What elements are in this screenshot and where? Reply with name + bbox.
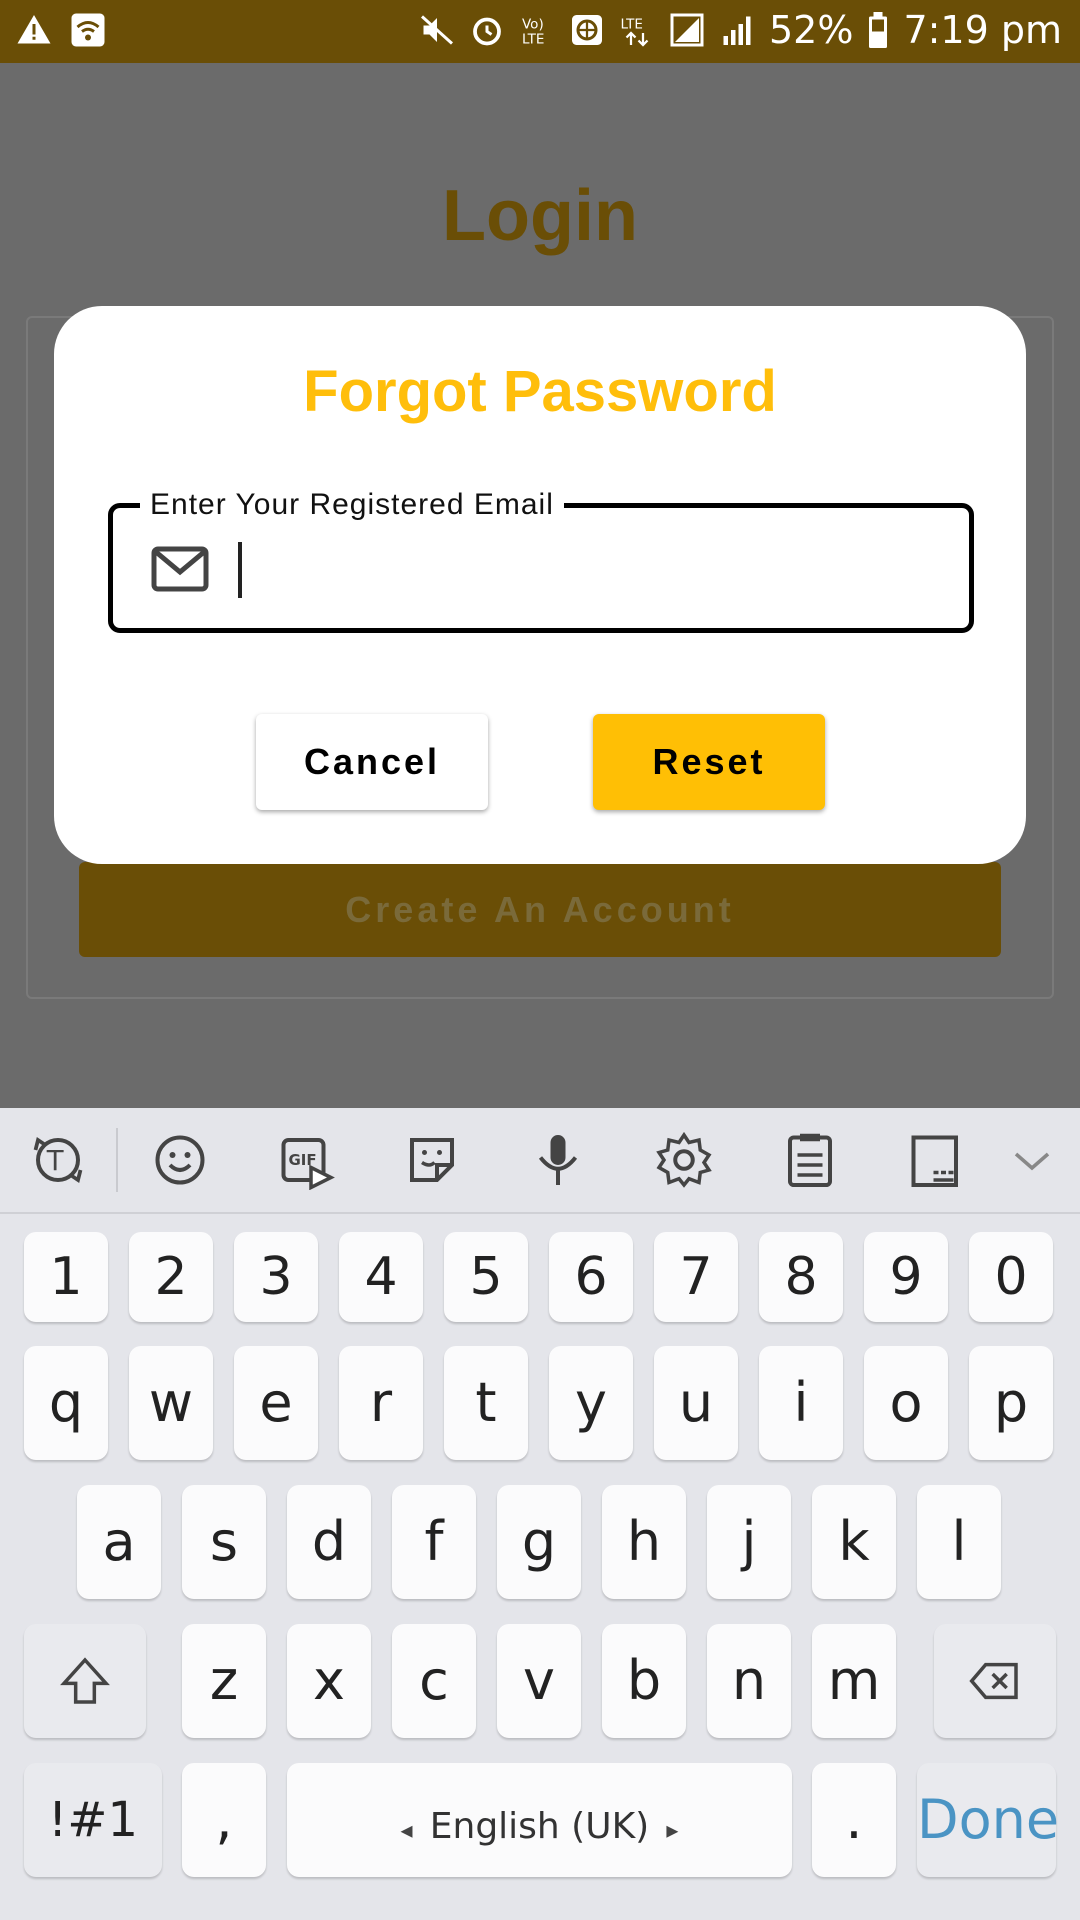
create-account-button[interactable]: Create An Account: [79, 862, 1001, 957]
shift-icon: [60, 1657, 110, 1704]
key-c[interactable]: c: [392, 1624, 476, 1738]
key-o[interactable]: o: [864, 1346, 948, 1460]
sticker-icon[interactable]: [402, 1130, 462, 1190]
svg-text:T: T: [46, 1145, 64, 1177]
key-3[interactable]: 3: [234, 1232, 318, 1322]
done-key[interactable]: Done: [917, 1763, 1059, 1877]
clipboard-icon[interactable]: [780, 1130, 840, 1190]
space-left-arrow-icon: ◂: [400, 1816, 413, 1844]
mail-icon: [151, 546, 209, 592]
symbols-key[interactable]: !#1: [24, 1763, 162, 1877]
key-s[interactable]: s: [182, 1485, 266, 1599]
key-f[interactable]: f: [392, 1485, 476, 1599]
lte-icon: LTE: [619, 12, 655, 48]
key-x[interactable]: x: [287, 1624, 371, 1738]
svg-text:LTE: LTE: [522, 32, 544, 48]
page-title: Login: [442, 176, 638, 256]
signal2-icon: [719, 12, 755, 48]
email-field-label: Enter Your Registered Email: [140, 488, 564, 522]
space-right-arrow-icon: ▸: [666, 1816, 679, 1844]
reset-button[interactable]: Reset: [593, 714, 825, 810]
mute-icon: [419, 12, 455, 48]
keyboard: T GIF 1 2 3 4 5 6 7 8 9 0 q w e r t y u …: [0, 1108, 1080, 1920]
key-2[interactable]: 2: [129, 1232, 213, 1322]
text-cursor: [238, 542, 242, 598]
key-y[interactable]: y: [549, 1346, 633, 1460]
key-g[interactable]: g: [497, 1485, 581, 1599]
forgot-password-dialog: Forgot Password Enter Your Registered Em…: [54, 306, 1026, 864]
key-j[interactable]: j: [707, 1485, 791, 1599]
key-p[interactable]: p: [969, 1346, 1053, 1460]
key-t[interactable]: t: [444, 1346, 528, 1460]
emoji-icon[interactable]: [150, 1130, 210, 1190]
key-w[interactable]: w: [129, 1346, 213, 1460]
cancel-button[interactable]: Cancel: [256, 714, 488, 810]
microphone-icon[interactable]: [528, 1130, 588, 1190]
key-4[interactable]: 4: [339, 1232, 423, 1322]
key-m[interactable]: m: [812, 1624, 896, 1738]
key-e[interactable]: e: [234, 1346, 318, 1460]
key-u[interactable]: u: [654, 1346, 738, 1460]
space-key-label: English (UK): [429, 1806, 650, 1847]
backspace-icon: [969, 1662, 1018, 1700]
key-d[interactable]: d: [287, 1485, 371, 1599]
key-i[interactable]: i: [759, 1346, 843, 1460]
key-8[interactable]: 8: [759, 1232, 843, 1322]
alarm-icon: [469, 12, 505, 48]
backspace-key[interactable]: [934, 1624, 1056, 1738]
svg-text:Vo): Vo): [522, 17, 544, 33]
svg-text:LTE: LTE: [620, 17, 642, 33]
key-a[interactable]: a: [77, 1485, 161, 1599]
key-k[interactable]: k: [812, 1485, 896, 1599]
key-5[interactable]: 5: [444, 1232, 528, 1322]
signal-icon: [669, 12, 705, 48]
wifi-icon: [70, 12, 106, 48]
space-key[interactable]: ◂ English (UK) ▸: [287, 1763, 792, 1877]
warning-icon: [16, 12, 52, 48]
status-bar: Vo) LTE LTE 52% 7:19 pm: [0, 0, 1080, 63]
gif-icon[interactable]: GIF: [276, 1130, 336, 1191]
key-7[interactable]: 7: [654, 1232, 738, 1322]
keyboard-layout-icon[interactable]: [906, 1130, 966, 1190]
settings-icon[interactable]: [654, 1130, 714, 1190]
key-1[interactable]: 1: [24, 1232, 108, 1322]
data-icon: [569, 12, 605, 48]
toolbar-separator: [116, 1128, 118, 1192]
period-key[interactable]: .: [812, 1763, 896, 1877]
key-0[interactable]: 0: [969, 1232, 1053, 1322]
clock: 7:19 pm: [903, 8, 1062, 52]
collapse-icon[interactable]: [1008, 1130, 1056, 1190]
key-n[interactable]: n: [707, 1624, 791, 1738]
keyboard-toolbar: T GIF: [0, 1108, 1080, 1214]
dialog-title: Forgot Password: [303, 359, 777, 424]
key-r[interactable]: r: [339, 1346, 423, 1460]
battery-percent: 52%: [768, 8, 854, 52]
key-v[interactable]: v: [497, 1624, 581, 1738]
shift-key[interactable]: [24, 1624, 146, 1738]
volte-icon: Vo) LTE: [519, 12, 555, 48]
text-mode-icon[interactable]: T: [28, 1130, 88, 1190]
key-6[interactable]: 6: [549, 1232, 633, 1322]
key-z[interactable]: z: [182, 1624, 266, 1738]
comma-key[interactable]: ,: [182, 1763, 266, 1877]
key-h[interactable]: h: [602, 1485, 686, 1599]
key-9[interactable]: 9: [864, 1232, 948, 1322]
key-q[interactable]: q: [24, 1346, 108, 1460]
battery-icon: [867, 12, 889, 48]
key-b[interactable]: b: [602, 1624, 686, 1738]
key-l[interactable]: l: [917, 1485, 1001, 1599]
